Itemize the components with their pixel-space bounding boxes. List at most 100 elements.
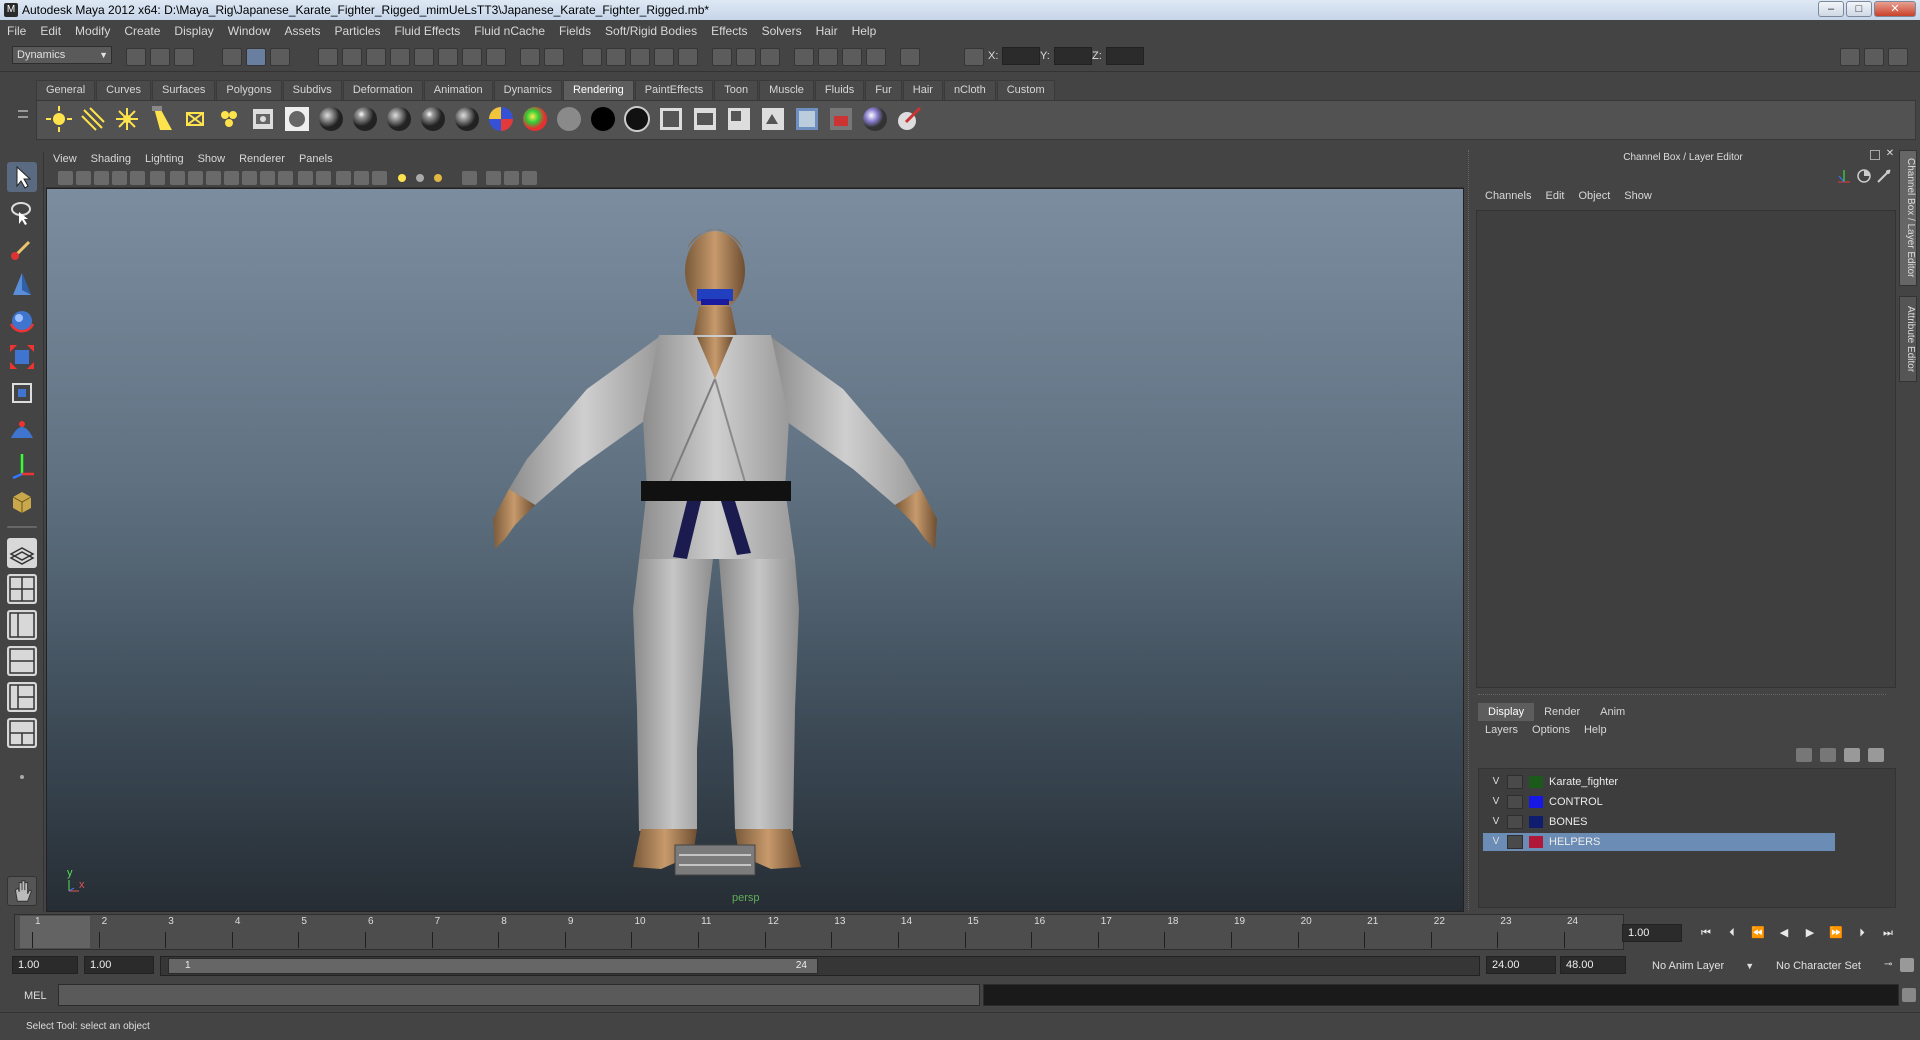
command-input-field[interactable]	[58, 984, 980, 1006]
snap-view-plane-icon[interactable]	[654, 48, 674, 66]
select-hierarchy-icon[interactable]	[222, 48, 242, 66]
numeric-input-icon[interactable]	[900, 48, 920, 66]
shelf-tab-hair[interactable]: Hair	[902, 80, 943, 100]
perspective-viewport[interactable]: y x persp	[46, 188, 1464, 912]
render-layer-icon[interactable]	[826, 104, 856, 134]
save-scene-icon[interactable]	[174, 48, 194, 66]
menu-set-selector[interactable]: Dynamics ▼	[12, 46, 112, 64]
make-live-icon[interactable]	[678, 48, 698, 66]
close-panel-icon[interactable]: ✕	[1884, 148, 1896, 160]
layer-type-toggle[interactable]	[1507, 835, 1523, 849]
layer-tab-anim[interactable]: Anim	[1590, 703, 1635, 721]
select-component-icon[interactable]	[270, 48, 290, 66]
channel-box-toggle-icon[interactable]	[1888, 48, 1908, 66]
batch-render-icon[interactable]	[758, 104, 788, 134]
select-curves-icon[interactable]	[366, 48, 386, 66]
default-light-icon[interactable]	[394, 171, 409, 185]
step-back-key-button[interactable]: ⏪	[1748, 926, 1768, 940]
area-light-icon[interactable]	[180, 104, 210, 134]
layer-row-karate-fighter[interactable]: V Karate_fighter	[1483, 773, 1835, 791]
hyperbolic-icon[interactable]	[1876, 168, 1892, 184]
layer-tab-render[interactable]: Render	[1534, 703, 1590, 721]
vp-menu-lighting[interactable]: Lighting	[138, 150, 191, 168]
lambert-material-icon[interactable]	[316, 104, 346, 134]
hotbox-hand-icon[interactable]	[7, 876, 37, 906]
wireframe-on-shaded-icon[interactable]	[298, 171, 313, 185]
menu-edit[interactable]: Edit	[33, 20, 68, 42]
spot-light-icon[interactable]	[146, 104, 176, 134]
bookmarks-icon[interactable]	[94, 171, 109, 185]
vp-menu-renderer[interactable]: Renderer	[232, 150, 292, 168]
select-joints-icon[interactable]	[342, 48, 362, 66]
layer-row-control[interactable]: V CONTROL	[1483, 793, 1835, 811]
vp-menu-show[interactable]: Show	[191, 150, 233, 168]
isolate-select-icon[interactable]	[462, 171, 477, 185]
minimize-button[interactable]: –	[1818, 1, 1844, 17]
layer-row-helpers[interactable]: V HELPERS	[1483, 833, 1835, 851]
layer-type-toggle[interactable]	[1507, 775, 1523, 789]
le-menu-help[interactable]: Help	[1577, 724, 1614, 736]
render-current-frame-shelf-icon[interactable]	[282, 104, 312, 134]
layer-color-swatch[interactable]	[1529, 816, 1543, 828]
time-slider[interactable]	[14, 914, 1624, 950]
shelf-tab-toon[interactable]: Toon	[714, 80, 759, 100]
hypershade-persp-layout-icon[interactable]	[7, 682, 37, 712]
move-layer-down-icon[interactable]	[1820, 748, 1836, 762]
shelf-tab-muscle[interactable]: Muscle	[759, 80, 814, 100]
shelf-tab-ncloth[interactable]: nCloth	[943, 80, 996, 100]
persp-graph-layout-icon[interactable]	[7, 646, 37, 676]
highlight-selection-icon[interactable]	[544, 48, 564, 66]
universal-manipulator-icon[interactable]	[7, 378, 37, 408]
range-slider-bar[interactable]: 1 24	[168, 958, 818, 974]
time-slider-cursor[interactable]	[20, 916, 90, 948]
shelf-tab-curves[interactable]: Curves	[96, 80, 151, 100]
hypershade-icon[interactable]	[656, 104, 686, 134]
smooth-shade-icon[interactable]	[278, 171, 293, 185]
safe-action-icon[interactable]	[224, 171, 239, 185]
shelf-tab-polygons[interactable]: Polygons	[216, 80, 282, 100]
layer-visibility-toggle[interactable]: V	[1489, 795, 1503, 809]
layer-type-toggle[interactable]	[1507, 815, 1523, 829]
go-to-start-button[interactable]: ⏮	[1696, 926, 1716, 940]
current-time-field[interactable]: 1.00	[1622, 924, 1682, 942]
shelf-tab-general[interactable]: General	[36, 80, 96, 100]
anisotropic-material-icon[interactable]	[452, 104, 482, 134]
ipr-render-icon[interactable]	[842, 48, 862, 66]
xray-joints-icon[interactable]	[336, 171, 351, 185]
render-settings-shelf-icon[interactable]	[792, 104, 822, 134]
vp-menu-view[interactable]: View	[46, 150, 84, 168]
menu-help[interactable]: Help	[845, 20, 884, 42]
camera-attributes-icon[interactable]	[76, 171, 91, 185]
le-menu-options[interactable]: Options	[1525, 724, 1577, 736]
step-back-frame-button[interactable]: ⏴	[1722, 926, 1742, 940]
render-view-shelf-icon[interactable]	[690, 104, 720, 134]
menu-assets[interactable]: Assets	[277, 20, 327, 42]
close-button[interactable]: ✕	[1874, 1, 1916, 17]
le-menu-layers[interactable]: Layers	[1478, 724, 1525, 736]
layer-color-swatch[interactable]	[1529, 836, 1543, 848]
use-background-icon[interactable]	[588, 104, 618, 134]
all-lights-icon[interactable]	[412, 171, 427, 185]
show-manipulator-icon[interactable]	[7, 450, 37, 480]
script-editor-icon[interactable]	[1902, 988, 1916, 1002]
gate-mask-icon[interactable]	[188, 171, 203, 185]
paint-select-tool-icon[interactable]	[7, 234, 37, 264]
cb-layer-splitter[interactable]	[1478, 694, 1886, 698]
shelf-tab-dynamics[interactable]: Dynamics	[493, 80, 562, 100]
new-empty-layer-icon[interactable]	[1844, 748, 1860, 762]
layered-shader-icon[interactable]	[486, 104, 516, 134]
layout-menu-icon[interactable]	[7, 770, 37, 784]
absolute-transform-icon[interactable]	[964, 48, 984, 66]
shelf-tab-custom[interactable]: Custom	[996, 80, 1055, 100]
four-view-layout-icon[interactable]	[7, 574, 37, 604]
directional-light-icon[interactable]	[78, 104, 108, 134]
wireframe-icon[interactable]	[260, 171, 275, 185]
animation-end-field[interactable]: 48.00	[1560, 956, 1626, 974]
shelf-tab-subdivs[interactable]: Subdivs	[282, 80, 342, 100]
new-scene-icon[interactable]	[126, 48, 146, 66]
phong-material-icon[interactable]	[384, 104, 414, 134]
safe-title-icon[interactable]	[242, 171, 257, 185]
select-camera-icon[interactable]	[58, 171, 73, 185]
menu-solvers[interactable]: Solvers	[755, 20, 809, 42]
layer-visibility-toggle[interactable]: V	[1489, 815, 1503, 829]
